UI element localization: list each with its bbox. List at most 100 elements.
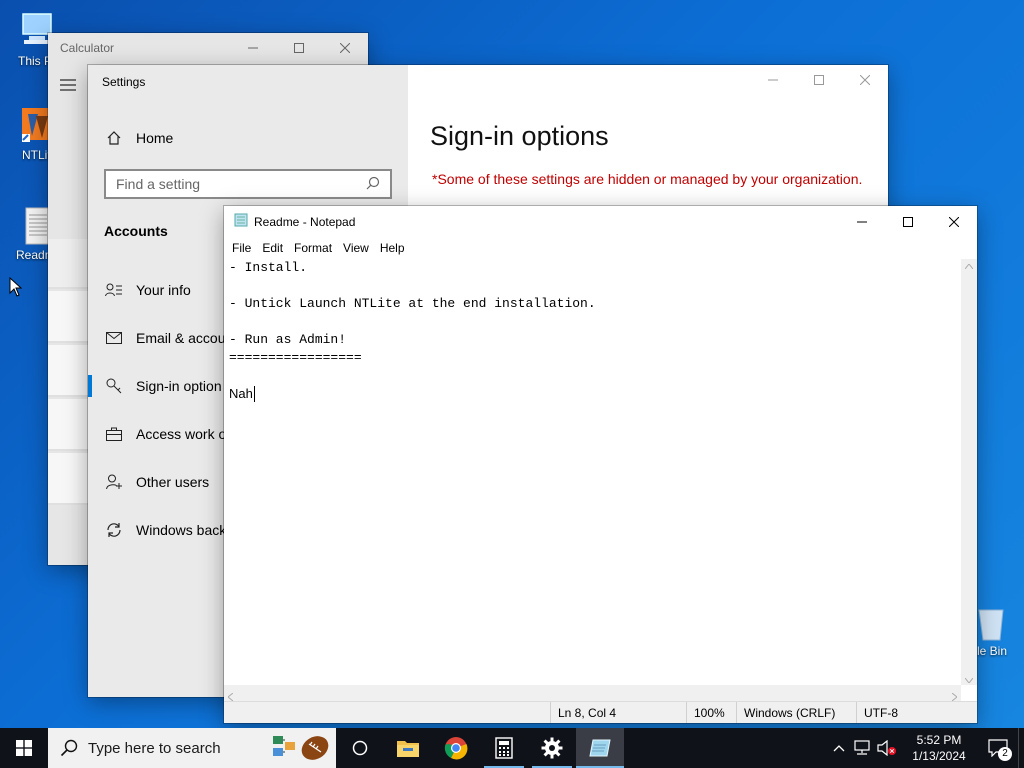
close-button[interactable] xyxy=(322,33,368,63)
settings-window-controls xyxy=(750,65,888,95)
menu-help[interactable]: Help xyxy=(376,241,412,255)
hamburger-menu-icon[interactable] xyxy=(60,79,76,94)
scroll-down-arrow-icon[interactable] xyxy=(961,678,977,683)
calculator-title: Calculator xyxy=(60,41,115,55)
chevron-up-icon xyxy=(833,744,845,751)
calculator-key[interactable] xyxy=(48,399,88,451)
notepad-titlebar[interactable]: Readme - Notepad xyxy=(224,206,977,237)
text-line: - Install. xyxy=(229,260,308,275)
system-tray: 5:52 PM 1/13/2024 2 xyxy=(828,728,1024,768)
volume-button[interactable] xyxy=(874,728,900,768)
taskbar-calculator[interactable] xyxy=(480,728,528,768)
text-line: - Untick Launch NTLite at the end instal… xyxy=(229,296,596,311)
search-placeholder: Find a setting xyxy=(116,176,201,192)
mouse-cursor-icon xyxy=(9,276,23,300)
briefcase-icon xyxy=(104,427,124,441)
text-line xyxy=(229,313,956,331)
notepad-menubar: File Edit Format View Help xyxy=(224,237,977,259)
task-view-button[interactable] xyxy=(336,728,384,768)
add-person-icon xyxy=(104,474,124,490)
folder-icon xyxy=(397,741,419,757)
section-title: Accounts xyxy=(104,223,168,239)
notepad-title: Readme - Notepad xyxy=(254,214,356,229)
text-line: Nah xyxy=(229,386,253,401)
sync-icon xyxy=(104,522,124,538)
minimize-button[interactable] xyxy=(839,207,885,237)
taskbar: Type here to search 5:52 PM 1/13/2024 2 xyxy=(0,728,1024,768)
tray-overflow-button[interactable] xyxy=(828,728,850,768)
status-line-endings: Windows (CRLF) xyxy=(736,702,856,723)
horizontal-scrollbar[interactable] xyxy=(224,685,961,702)
minimize-button[interactable] xyxy=(230,33,276,63)
maximize-button[interactable] xyxy=(885,207,931,237)
selection-indicator xyxy=(88,375,92,397)
network-button[interactable] xyxy=(850,728,874,768)
calculator-key[interactable] xyxy=(48,345,88,397)
status-encoding: UTF-8 xyxy=(856,702,976,723)
maximize-button[interactable] xyxy=(796,65,842,95)
taskbar-search-placeholder: Type here to search xyxy=(88,739,221,757)
close-button[interactable] xyxy=(842,65,888,95)
recycle-bin-icon xyxy=(973,604,1007,642)
volume-muted-icon xyxy=(877,740,896,756)
taskbar-clock[interactable]: 5:52 PM 1/13/2024 xyxy=(900,732,978,764)
chrome-icon xyxy=(444,737,468,760)
task-view-icon xyxy=(352,740,368,756)
search-icon xyxy=(60,739,78,757)
taskbar-chrome[interactable] xyxy=(432,728,480,768)
nav-home[interactable]: Home xyxy=(88,118,408,158)
show-desktop-button[interactable] xyxy=(1018,728,1024,768)
menu-format[interactable]: Format xyxy=(290,241,339,255)
maximize-button[interactable] xyxy=(276,33,322,63)
settings-titlebar[interactable]: Settings xyxy=(88,65,408,99)
status-zoom: 100% xyxy=(686,702,736,723)
menu-file[interactable]: File xyxy=(228,241,258,255)
notepad-window[interactable]: Readme - Notepad File Edit Format View H… xyxy=(224,206,977,723)
nav-access-work-label: Access work o xyxy=(136,426,227,442)
page-title: Sign-in options xyxy=(430,121,609,151)
status-position: Ln 8, Col 4 xyxy=(550,702,686,723)
gear-icon xyxy=(541,737,563,759)
taskbar-settings[interactable] xyxy=(528,728,576,768)
notepad-text-area[interactable]: - Install. - Untick Launch NTLite at the … xyxy=(224,259,961,685)
text-line xyxy=(229,277,956,295)
text-line xyxy=(229,367,956,385)
calculator-key[interactable] xyxy=(48,291,88,343)
nav-your-info-label: Your info xyxy=(136,282,191,298)
start-button[interactable] xyxy=(0,728,48,768)
managed-note: *Some of these settings are hidden or ma… xyxy=(432,171,863,187)
taskbar-notepad[interactable] xyxy=(576,728,624,768)
calculator-key[interactable] xyxy=(48,453,88,505)
text-line: - Run as Admin! xyxy=(229,332,347,347)
calculator-key[interactable] xyxy=(48,239,88,289)
calculator-icon xyxy=(495,737,513,759)
taskbar-search-box[interactable]: Type here to search xyxy=(48,728,278,768)
settings-search-input[interactable]: Find a setting xyxy=(104,169,392,199)
calculator-titlebar[interactable]: Calculator xyxy=(48,33,368,63)
menu-view[interactable]: View xyxy=(339,241,376,255)
windows-logo-icon xyxy=(16,740,32,756)
vertical-scrollbar[interactable] xyxy=(961,259,977,685)
network-icon xyxy=(854,740,870,755)
text-line: ================= xyxy=(229,350,362,365)
nav-windows-backup-label: Windows back xyxy=(136,522,227,538)
search-icon xyxy=(366,176,380,193)
mail-icon xyxy=(104,332,124,344)
menu-edit[interactable]: Edit xyxy=(258,241,290,255)
close-button[interactable] xyxy=(931,207,977,237)
clock-date: 1/13/2024 xyxy=(912,749,966,763)
nav-home-label: Home xyxy=(136,130,174,146)
taskbar-file-explorer[interactable] xyxy=(384,728,432,768)
nav-email-label: Email & accour xyxy=(136,330,231,346)
calculator-keypad xyxy=(48,239,88,565)
settings-title: Settings xyxy=(102,75,146,89)
notification-center-button[interactable]: 2 xyxy=(978,728,1018,768)
notepad-icon xyxy=(234,213,248,230)
notepad-icon xyxy=(589,739,611,757)
nav-sign-in-label: Sign-in option xyxy=(136,378,222,394)
scroll-up-arrow-icon[interactable] xyxy=(961,259,977,273)
search-highlight-illustration xyxy=(266,728,336,768)
clock-time: 5:52 PM xyxy=(916,733,962,747)
minimize-button[interactable] xyxy=(750,65,796,95)
person-list-icon xyxy=(104,283,124,297)
